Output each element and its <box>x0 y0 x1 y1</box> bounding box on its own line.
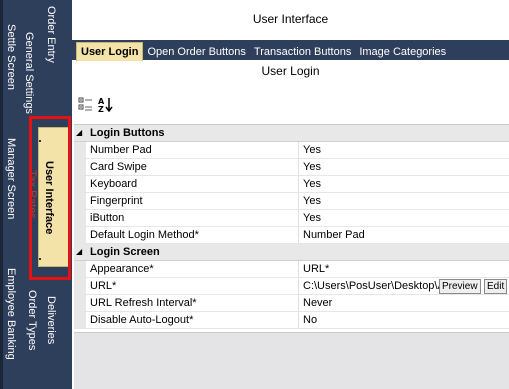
property-name: Default Login Method* <box>90 229 199 241</box>
tab-open-order-buttons[interactable]: Open Order Buttons <box>143 43 249 61</box>
column-divider <box>298 176 299 192</box>
category-label: Login Screen <box>90 246 160 258</box>
side-tab-order-entry[interactable]: Order Entry <box>45 6 57 63</box>
property-value[interactable]: Never <box>303 297 332 309</box>
property-row[interactable]: URL* C:\Users\PosUser\Desktop\A Preview … <box>74 278 509 295</box>
row-gutter <box>74 278 86 294</box>
property-grid: ◢ Login Buttons Number Pad Yes Card Swip… <box>74 124 509 329</box>
category-login-screen: ◢ Login Screen <box>74 244 509 261</box>
property-row[interactable]: Card Swipe Yes <box>74 159 509 176</box>
property-name: Disable Auto-Logout* <box>90 314 194 326</box>
row-gutter <box>74 193 86 209</box>
window-title: User Interface <box>252 12 329 26</box>
url-value-field[interactable]: C:\Users\PosUser\Desktop\A <box>303 280 439 292</box>
row-gutter <box>74 159 86 175</box>
column-divider <box>298 159 299 175</box>
property-row[interactable]: Number Pad Yes <box>74 142 509 159</box>
tab-user-login[interactable]: User Login <box>76 42 144 61</box>
column-divider <box>298 295 299 311</box>
row-gutter <box>74 142 86 158</box>
edit-button[interactable]: Edit <box>484 279 508 294</box>
column-divider <box>298 227 299 243</box>
property-value[interactable]: URL* <box>303 263 329 275</box>
property-name: Number Pad <box>90 144 152 156</box>
property-row[interactable]: Appearance* URL* <box>74 261 509 278</box>
property-name: Keyboard <box>90 178 138 190</box>
property-row[interactable]: iButton Yes <box>74 210 509 227</box>
side-tab-order-types[interactable]: Order Types <box>26 290 38 350</box>
preview-button[interactable]: Preview <box>439 279 481 294</box>
category-login-buttons: ◢ Login Buttons <box>74 125 509 142</box>
collapse-triangle-icon[interactable]: ◢ <box>76 128 82 137</box>
property-row[interactable]: Disable Auto-Logout* No <box>74 312 509 329</box>
column-divider <box>298 193 299 209</box>
row-gutter <box>74 261 86 277</box>
property-value[interactable]: Yes <box>303 144 321 156</box>
description-pane <box>74 332 509 389</box>
property-row[interactable]: Default Login Method* Number Pad <box>74 227 509 244</box>
property-row[interactable]: Fingerprint Yes <box>74 193 509 210</box>
property-name: URL Refresh Interval* <box>90 297 197 309</box>
collapse-triangle-icon[interactable]: ◢ <box>76 247 82 256</box>
top-tab-bar: User Login Open Order Buttons Transaction … <box>72 40 509 61</box>
property-name: iButton <box>90 212 125 224</box>
property-row[interactable]: Keyboard Yes <box>74 176 509 193</box>
category-label: Login Buttons <box>90 127 165 139</box>
sort-az-icon[interactable]: A Z <box>98 96 116 116</box>
row-gutter <box>74 295 86 311</box>
property-value[interactable]: Yes <box>303 161 321 173</box>
property-value[interactable]: Yes <box>303 195 321 207</box>
column-divider <box>298 261 299 277</box>
property-name: Card Swipe <box>90 161 147 173</box>
side-tab-deliveries[interactable]: Deliveries <box>45 296 57 344</box>
property-value[interactable]: Yes <box>303 212 321 224</box>
property-name: URL* <box>90 280 117 292</box>
column-divider <box>298 142 299 158</box>
property-name: Fingerprint <box>90 195 143 207</box>
tab-image-categories[interactable]: Image Categories <box>355 43 450 61</box>
row-gutter <box>74 227 86 243</box>
row-gutter <box>74 312 86 328</box>
row-gutter <box>74 176 86 192</box>
property-value[interactable]: Yes <box>303 178 321 190</box>
side-tab-manager-screen[interactable]: Manager Screen <box>5 138 17 219</box>
row-gutter <box>74 210 86 226</box>
side-strip-edge <box>0 0 3 389</box>
panel-title: User Login <box>261 64 320 78</box>
svg-text:Z: Z <box>98 105 104 114</box>
property-row[interactable]: URL Refresh Interval* Never <box>74 295 509 312</box>
side-tab-employee-banking[interactable]: Employee Banking <box>5 268 17 360</box>
tab-transaction-buttons[interactable]: Transaction Buttons <box>250 43 355 61</box>
property-value[interactable]: No <box>303 314 317 326</box>
categorized-icon[interactable] <box>78 96 96 116</box>
property-name: Appearance* <box>90 263 154 275</box>
column-divider <box>298 278 299 294</box>
column-divider <box>298 210 299 226</box>
column-divider <box>298 312 299 328</box>
property-value[interactable]: Number Pad <box>303 229 365 241</box>
side-tab-settle-screen[interactable]: Settle Screen <box>5 24 17 90</box>
highlight-box <box>29 116 71 280</box>
side-tab-general-settings[interactable]: General Settings <box>23 32 35 114</box>
